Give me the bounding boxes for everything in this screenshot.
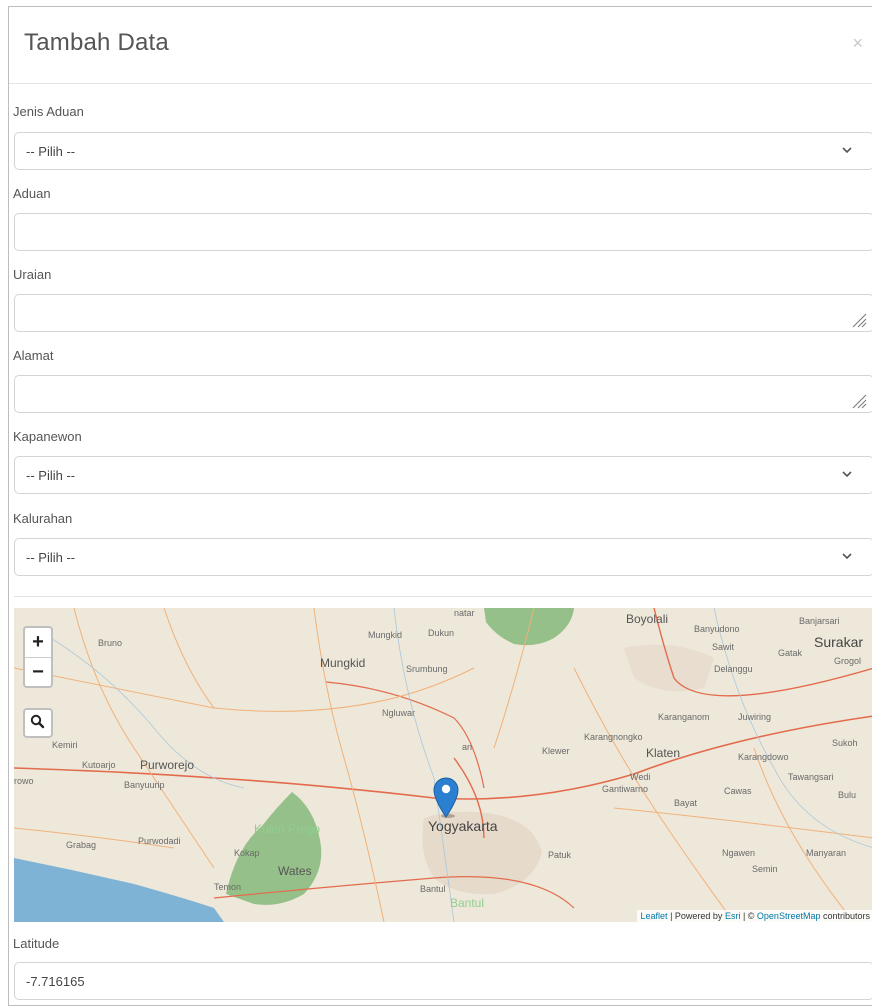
map-label-grabag: Grabag (66, 840, 97, 850)
location-map[interactable]: Boyolali Banyudono Banjarsari Surakar Sa… (14, 608, 872, 922)
map-label-bayat: Bayat (674, 798, 698, 808)
map-label-cawas: Cawas (724, 786, 752, 796)
map-label-bantul-region: Bantul (450, 896, 485, 910)
modal-header: Tambah Data × (9, 7, 872, 84)
leaflet-link[interactable]: Leaflet (641, 911, 668, 921)
kapanewon-select[interactable]: -- Pilih -- (14, 456, 872, 494)
map-label-kokap: Kokap (234, 848, 260, 858)
map-label-manyaran: Manyaran (806, 848, 847, 858)
map-label-klaten: Klaten (646, 746, 681, 760)
map-label-purworejo: Purworejo (140, 758, 195, 772)
map-label-gantiwarno: Gantiwarno (602, 784, 649, 794)
resize-handle-icon[interactable] (849, 391, 867, 409)
map-label-banjarsari: Banjarsari (799, 616, 840, 626)
map-label-yogyakarta: Yogyakarta (428, 818, 498, 834)
modal-title: Tambah Data (24, 29, 169, 56)
map-label-klewer: Klewer (542, 746, 570, 756)
section-divider (14, 596, 872, 597)
map-label-gatak: Gatak (778, 648, 803, 658)
chevron-down-icon (842, 553, 852, 560)
map-label-mungkid-small: Mungkid (368, 630, 403, 640)
kalurahan-value: -- Pilih -- (26, 550, 76, 565)
map-label-wedi: Wedi (630, 772, 651, 782)
kapanewon-label: Kapanewon (13, 429, 82, 444)
map-label-kemiri: Kemiri (52, 740, 78, 750)
map-label-delanggu: Delanggu (714, 664, 753, 674)
attribution-sep-2: | © (740, 911, 757, 921)
map-label-semin: Semin (752, 864, 778, 874)
map-label-wates: Wates (278, 864, 312, 878)
map-label-temon: Temon (214, 882, 242, 892)
map-label-sukoharjo: Sukoh (832, 738, 858, 748)
map-label-purwodadi: Purwodadi (138, 836, 181, 846)
jenis-aduan-label: Jenis Aduan (13, 104, 84, 119)
map-label-karangnongko: Karangnongko (584, 732, 643, 742)
map-label-ngluwar: Ngluwar (382, 708, 416, 718)
map-label-banyuurip: Banyuurip (124, 780, 165, 790)
latitude-value: -7.716165 (26, 974, 85, 989)
uraian-textarea[interactable] (14, 294, 872, 332)
attribution-sep-1: | Powered by (667, 911, 725, 921)
osm-link[interactable]: OpenStreetMap (757, 911, 821, 921)
map-label-patuk: Patuk (548, 850, 572, 860)
map-label-boyolali: Boyolali (626, 612, 669, 626)
search-icon (30, 714, 45, 729)
esri-link[interactable]: Esri (725, 911, 741, 921)
map-label-grogol: Grogol (834, 656, 862, 666)
latitude-input[interactable]: -7.716165 (14, 962, 872, 1000)
map-label-mungkid: Mungkid (320, 656, 366, 670)
map-search-button[interactable] (23, 708, 53, 738)
close-icon[interactable]: × (852, 33, 863, 54)
map-label-bantul: Bantul (420, 884, 446, 894)
aduan-label: Aduan (13, 186, 51, 201)
zoom-in-button[interactable]: + (25, 628, 51, 658)
alamat-textarea[interactable] (14, 375, 872, 413)
alamat-label: Alamat (13, 348, 54, 363)
map-label-banyudono: Banyudono (694, 624, 740, 634)
jenis-aduan-value: -- Pilih -- (26, 144, 76, 159)
map-label-ngawen: Ngawen (722, 848, 756, 858)
map-label-sawit: Sawit (712, 642, 735, 652)
zoom-out-button[interactable]: − (25, 658, 51, 687)
map-label-kutoarjo: Kutoarjo (82, 760, 116, 770)
latitude-label: Latitude (13, 936, 60, 951)
map-label-rowo: rowo (14, 776, 34, 786)
map-label-karanganom: Karanganom (658, 712, 710, 722)
uraian-label: Uraian (13, 267, 52, 282)
map-label-kulon-progo: Kulon Progo (254, 822, 321, 836)
kalurahan-label: Kalurahan (13, 511, 73, 526)
map-label-srumbung: Srumbung (406, 664, 448, 674)
map-label-bulu: Bulu (838, 790, 857, 800)
map-label-karangdowo: Karangdowo (738, 752, 789, 762)
map-label-tawangsari: Tawangsari (788, 772, 834, 782)
chevron-down-icon (842, 471, 852, 478)
kapanewon-value: -- Pilih -- (26, 468, 76, 483)
map-marker-icon[interactable] (432, 776, 460, 818)
map-label-surakarta: Surakar (814, 634, 864, 650)
aduan-input[interactable] (14, 213, 872, 251)
kalurahan-select[interactable]: -- Pilih -- (14, 538, 872, 576)
map-label-juwiring: Juwiring (738, 712, 772, 722)
map-label-natar: natar (454, 608, 475, 618)
chevron-down-icon (842, 147, 852, 154)
resize-handle-icon[interactable] (849, 310, 867, 328)
attribution-tail: contributors (820, 911, 870, 921)
map-label-dukun: Dukun (428, 628, 455, 638)
map-label-sleman: an (462, 742, 473, 752)
map-zoom-control: + − (23, 626, 53, 688)
map-label-bruno: Bruno (98, 638, 123, 648)
jenis-aduan-select[interactable]: -- Pilih -- (14, 132, 872, 170)
map-attribution: Leaflet | Powered by Esri | © OpenStreet… (636, 910, 872, 922)
